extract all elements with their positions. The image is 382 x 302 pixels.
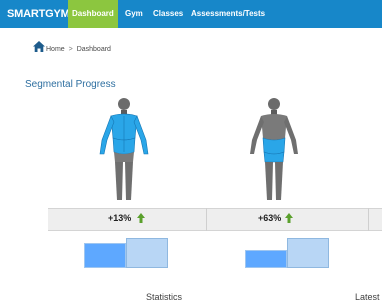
segment-1-bar-after (126, 238, 168, 268)
breadcrumb-current: Dashboard (76, 46, 111, 53)
breadcrumb: Home > Dashboard (46, 46, 111, 53)
metric-divider (368, 208, 369, 231)
section-title: Segmental Progress (25, 79, 116, 90)
breadcrumb-separator: > (68, 46, 73, 53)
metric-row (48, 208, 382, 231)
segment-1-change: +13% (108, 213, 132, 223)
segment-2-change: +63% (258, 213, 282, 223)
up-arrow-icon (137, 213, 145, 223)
brand-logo[interactable]: SMARTGYM (7, 0, 70, 28)
tab-classes[interactable]: Classes (149, 0, 187, 28)
body-figure-upper-highlight (99, 98, 149, 200)
tab-gym[interactable]: Gym (121, 0, 147, 28)
tab-assessments-tests[interactable]: Assessments/Tests (187, 0, 269, 28)
breadcrumb-home-link[interactable]: Home (46, 46, 65, 53)
up-arrow-icon (285, 213, 293, 223)
latest-heading: Latest (355, 292, 380, 302)
segment-2-bar-after (287, 238, 329, 268)
body-figure-core-highlight (250, 98, 298, 200)
segment-1-bar-before (84, 243, 126, 268)
home-icon[interactable] (33, 41, 45, 52)
statistics-heading: Statistics (146, 292, 183, 302)
metric-divider (206, 208, 207, 231)
top-navbar: SMARTGYM Dashboard Gym Classes Assessmen… (0, 0, 382, 28)
tab-dashboard[interactable]: Dashboard (68, 0, 118, 28)
segment-2-bar-before (245, 250, 287, 268)
